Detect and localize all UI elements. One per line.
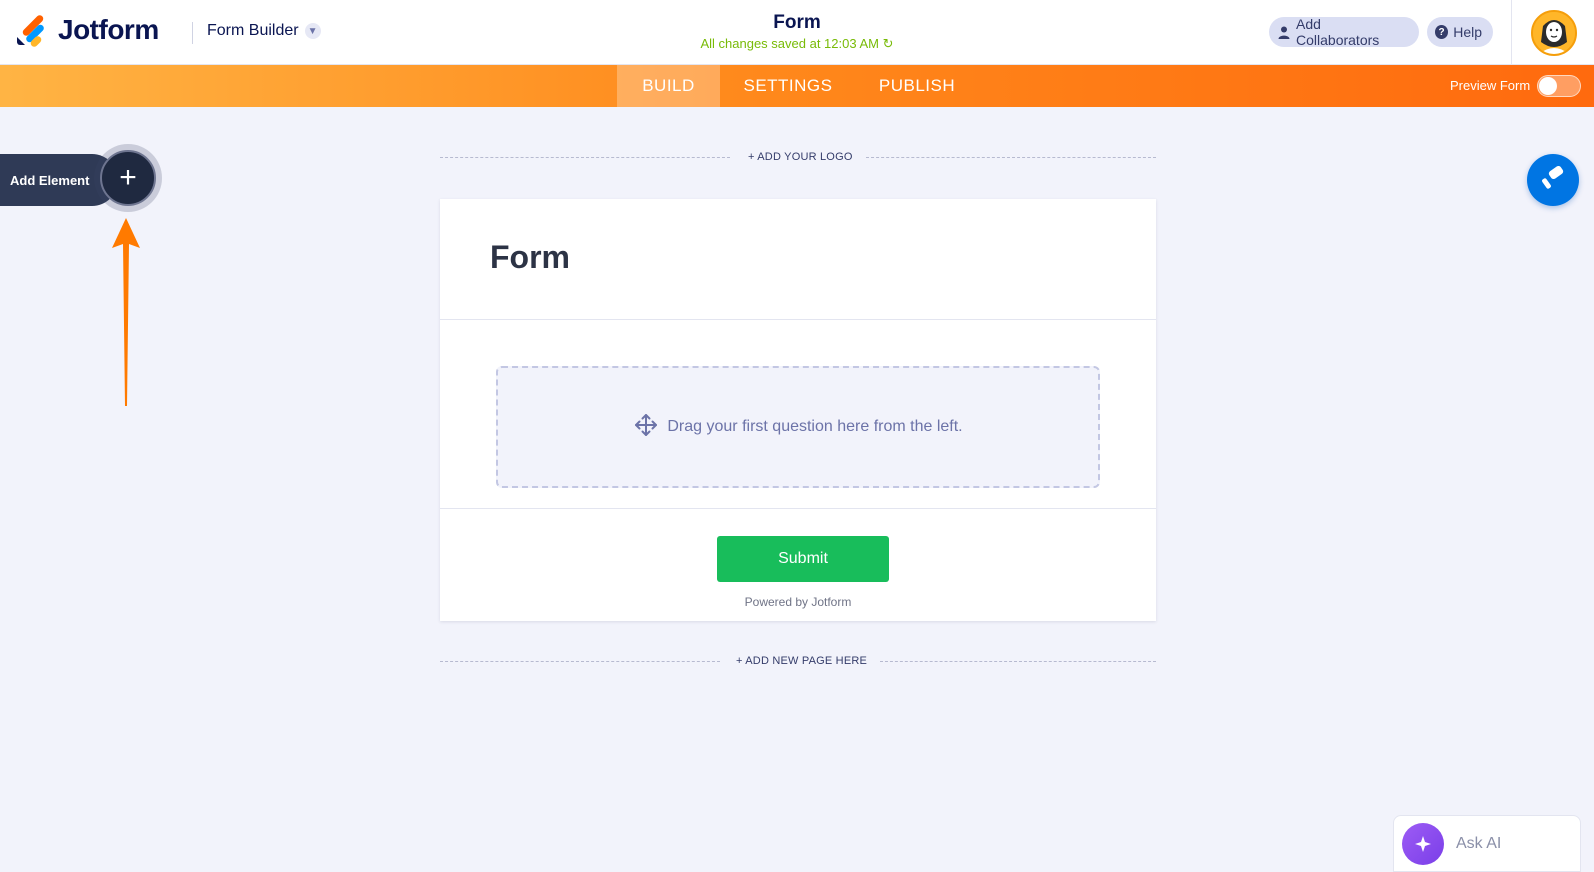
ask-ai-label: Ask AI <box>1456 834 1502 852</box>
add-logo-link[interactable]: + ADD YOUR LOGO <box>748 151 853 163</box>
submit-button[interactable]: Submit <box>717 536 889 582</box>
save-status-text: All changes saved at 12:03 AM <box>700 36 879 51</box>
user-icon <box>1277 25 1291 39</box>
logo-divider-left <box>440 157 730 158</box>
preview-form-toggle[interactable] <box>1537 75 1581 97</box>
form-designer-button[interactable] <box>1527 154 1579 206</box>
ask-ai-button[interactable]: Ask AI <box>1393 815 1581 872</box>
question-drop-zone[interactable]: Drag your first question here from the l… <box>496 366 1100 488</box>
avatar-container <box>1511 0 1594 65</box>
header-divider <box>192 22 193 44</box>
page-divider-left <box>440 661 720 662</box>
powered-by-text: Powered by Jotform <box>744 595 852 609</box>
sparkle-icon <box>1402 822 1444 865</box>
jotform-logo[interactable]: Jotform <box>16 13 159 49</box>
builder-nav: BUILD SETTINGS PUBLISH Preview Form <box>0 65 1594 107</box>
add-element-label: Add Element <box>10 172 90 188</box>
add-collaborators-label: Add Collaborators <box>1296 16 1380 48</box>
card-divider <box>440 319 1156 320</box>
top-header: Jotform Form Builder ▼ Form All changes … <box>0 0 1594 65</box>
builder-selector[interactable]: Form Builder ▼ <box>207 22 321 40</box>
builder-label: Form Builder <box>207 22 299 39</box>
logo-divider-right <box>866 157 1156 158</box>
form-card: Form Drag your first question here from … <box>440 199 1156 621</box>
preview-form-label: Preview Form <box>1450 78 1531 93</box>
card-divider <box>440 508 1156 509</box>
tab-build[interactable]: BUILD <box>617 65 720 107</box>
tab-publish[interactable]: PUBLISH <box>868 65 966 107</box>
orange-arrow-annotation <box>112 218 140 406</box>
toggle-knob <box>1539 77 1557 95</box>
tab-settings[interactable]: SETTINGS <box>736 65 840 107</box>
avatar[interactable] <box>1531 10 1577 56</box>
paint-roller-icon <box>1540 165 1566 196</box>
chevron-down-icon: ▼ <box>304 23 321 39</box>
plus-icon[interactable]: + <box>100 150 156 206</box>
help-label: Help <box>1453 24 1482 40</box>
add-new-page-link[interactable]: + ADD NEW PAGE HERE <box>736 655 867 667</box>
logo-text: Jotform <box>58 14 159 45</box>
page-divider-right <box>880 661 1156 662</box>
add-collaborators-button[interactable]: Add Collaborators <box>1269 16 1419 48</box>
move-icon <box>633 412 659 443</box>
drop-zone-text: Drag your first question here from the l… <box>667 418 963 435</box>
refresh-icon: ↻ <box>882 36 894 51</box>
question-icon: ? <box>1435 25 1449 39</box>
form-heading[interactable]: Form <box>490 239 570 276</box>
jotform-logo-icon <box>16 13 46 49</box>
help-button[interactable]: ? Help <box>1427 17 1493 47</box>
